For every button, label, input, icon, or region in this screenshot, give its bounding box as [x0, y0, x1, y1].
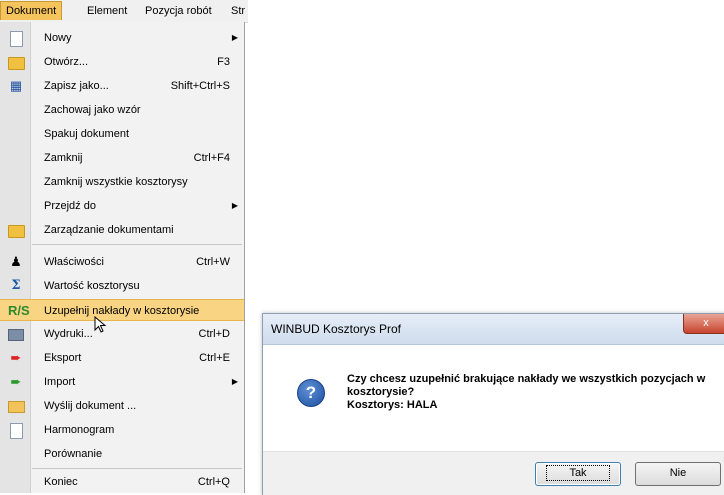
menu-item-label: Harmonogram	[44, 424, 115, 436]
properties-icon: ♟	[10, 254, 22, 269]
import-icon: ➨	[10, 374, 22, 389]
submenu-arrow-icon: ▶	[231, 33, 238, 42]
menu-item-shortcut: Ctrl+W	[196, 256, 230, 268]
menu-item-label: Zachowaj jako wzór	[44, 104, 141, 116]
menu-item-label: Przejdź do	[44, 200, 96, 212]
printer-icon	[8, 326, 24, 342]
dialog-message-line: kosztorysie?	[347, 386, 415, 398]
menu-item-uzupelnij-naklady[interactable]: R/S Uzupełnij nakłady w kosztorysie	[0, 299, 244, 321]
menu-item-spakuj-dokument[interactable]: Spakuj dokument	[0, 123, 244, 145]
menu-item-label: Właściwości	[44, 256, 104, 268]
rms-fill-icon: R/S	[8, 303, 30, 318]
question-icon: ?	[297, 379, 325, 407]
menu-item-shortcut: Ctrl+D	[198, 328, 230, 340]
menu-item-otworz[interactable]: Otwórz... F3	[0, 51, 244, 73]
menu-item-zachowaj-jako-wzor[interactable]: Zachowaj jako wzór	[0, 99, 244, 121]
menu-item-label: Uzupełnij nakłady w kosztorysie	[44, 305, 200, 317]
menu-element[interactable]: Element	[82, 2, 132, 20]
menu-item-shortcut: Ctrl+Q	[197, 476, 230, 488]
open-folder-icon	[8, 54, 25, 70]
dialog-body: ? Czy chcesz uzupełnić brakujące nakłady…	[263, 345, 724, 451]
menu-item-zarzadzanie-dokumentami[interactable]: Zarządzanie dokumentami	[0, 219, 244, 241]
menu-struktura[interactable]: Str	[226, 2, 250, 20]
confirm-dialog: WINBUD Kosztorys Prof x ? Czy chcesz uzu…	[262, 313, 724, 495]
close-icon[interactable]: x	[683, 314, 724, 334]
menu-item-label: Wydruki...	[44, 328, 93, 340]
menu-item-wydruki[interactable]: Wydruki... Ctrl+D	[0, 323, 244, 345]
menu-item-wartosc-kosztorysu[interactable]: Σ Wartość kosztorysu	[0, 275, 244, 297]
menu-item-zapisz-jako[interactable]: ▦ Zapisz jako... Shift+Ctrl+S	[0, 75, 244, 97]
menu-item-shortcut: Ctrl+F4	[193, 152, 230, 164]
menu-item-label: Zapisz jako...	[44, 80, 109, 92]
menu-item-wyslij-dokument[interactable]: Wyślij dokument ...	[0, 395, 244, 417]
export-icon: ➨	[10, 350, 22, 365]
menu-item-label: Wartość kosztorysu	[44, 280, 140, 292]
mouse-cursor-icon	[94, 316, 107, 333]
menu-item-zamknij-wszystkie[interactable]: Zamknij wszystkie kosztorysy	[0, 171, 244, 193]
dialog-titlebar: WINBUD Kosztorys Prof x	[263, 314, 724, 345]
schedule-icon	[8, 422, 24, 439]
menu-separator	[32, 244, 242, 245]
menu-item-shortcut: F3	[217, 56, 230, 68]
new-document-icon	[8, 30, 24, 47]
menu-item-wlasciwosci[interactable]: ♟ Właściwości Ctrl+W	[0, 251, 244, 273]
menu-item-eksport[interactable]: ➨ Eksport Ctrl+E	[0, 347, 244, 369]
no-button-label: Nie	[669, 467, 687, 479]
submenu-arrow-icon: ▶	[231, 201, 238, 210]
mail-icon	[8, 398, 25, 414]
menu-item-nowy[interactable]: Nowy ▶	[0, 27, 244, 49]
yes-button-label: Tak	[546, 465, 610, 481]
no-button[interactable]: Nie	[635, 462, 721, 486]
menu-item-shortcut: Shift+Ctrl+S	[170, 80, 230, 92]
menu-item-shortcut: Ctrl+E	[199, 352, 230, 364]
menu-item-label: Spakuj dokument	[44, 128, 129, 140]
menu-item-zamknij[interactable]: Zamknij Ctrl+F4	[0, 147, 244, 169]
menu-item-label: Import	[44, 376, 76, 388]
menu-item-harmonogram[interactable]: Harmonogram	[0, 419, 244, 441]
save-as-icon: ▦	[9, 78, 23, 93]
submenu-arrow-icon: ▶	[231, 377, 238, 386]
menu-separator	[32, 468, 242, 469]
menu-item-label: Koniec	[44, 476, 78, 488]
menu-item-label: Zarządzanie dokumentami	[44, 224, 174, 236]
yes-button[interactable]: Tak	[535, 462, 621, 486]
menu-item-przejdz-do[interactable]: Przejdź do ▶	[0, 195, 244, 217]
menu-item-label: Eksport	[44, 352, 82, 364]
menu-item-label: Porównanie	[44, 448, 103, 460]
menu-pozycja-robot[interactable]: Pozycja robót	[140, 2, 217, 20]
menu-item-koniec[interactable]: Koniec Ctrl+Q	[0, 471, 244, 493]
dialog-message-line: Czy chcesz uzupełnić brakujące nakłady w…	[347, 373, 706, 385]
menu-item-porownanie[interactable]: Porównanie	[0, 443, 244, 465]
menu-item-label: Otwórz...	[44, 56, 89, 68]
sigma-icon: Σ	[11, 278, 21, 293]
menu-item-label: Wyślij dokument ...	[44, 400, 137, 412]
menu-item-import[interactable]: ➨ Import ▶	[0, 371, 244, 393]
dialog-message: Czy chcesz uzupełnić brakujące nakłady w…	[347, 373, 717, 412]
dialog-message-line: Kosztorys: HALA	[347, 399, 438, 411]
menu-item-label: Zamknij wszystkie kosztorysy	[44, 176, 188, 188]
menu-bar: Dokument Element Pozycja robót Str	[0, 0, 248, 23]
menu-item-label: Nowy	[44, 32, 72, 44]
dokument-dropdown-menu: Nowy ▶ Otwórz... F3 ▦ Zapisz jako... Shi…	[0, 22, 245, 493]
dialog-button-bar: Tak Nie	[263, 451, 724, 495]
menu-item-label: Zamknij	[44, 152, 83, 164]
dialog-title: WINBUD Kosztorys Prof	[271, 322, 402, 336]
menu-dokument[interactable]: Dokument	[0, 1, 63, 20]
folder-icon	[8, 222, 25, 238]
